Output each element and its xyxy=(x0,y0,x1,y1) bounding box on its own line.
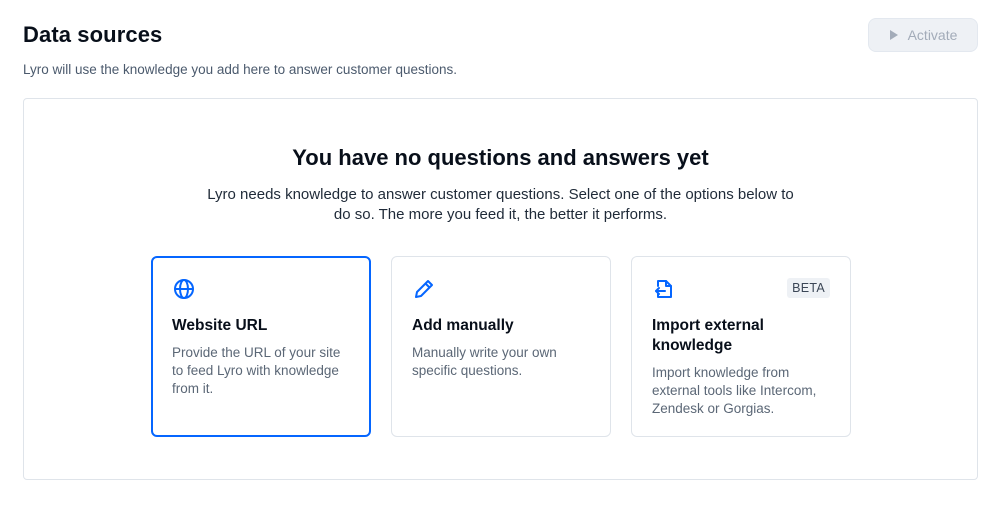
empty-state-description: Lyro needs knowledge to answer customer … xyxy=(207,186,794,223)
activate-button-label: Activate xyxy=(907,27,958,43)
page-title: Data sources xyxy=(23,22,163,47)
option-description: Manually write your own specific questio… xyxy=(412,345,557,378)
option-description: Provide the URL of your site to feed Lyr… xyxy=(172,345,341,396)
option-title: Import external knowledge xyxy=(652,317,764,354)
pencil-icon xyxy=(412,277,590,301)
option-title: Add manually xyxy=(412,317,514,334)
page-subtitle: Lyro will use the knowledge you add here… xyxy=(23,62,457,77)
activate-button[interactable]: Activate xyxy=(868,18,978,52)
play-icon xyxy=(889,29,899,41)
empty-state-title: You have no questions and answers yet xyxy=(292,145,709,170)
option-card-import-external[interactable]: BETA Import external knowledge Import kn… xyxy=(631,256,851,437)
option-title: Website URL xyxy=(172,317,268,334)
option-card-add-manually[interactable]: Add manually Manually write your own spe… xyxy=(391,256,611,437)
globe-icon xyxy=(172,277,350,301)
beta-badge: BETA xyxy=(787,278,830,298)
option-description: Import knowledge from external tools lik… xyxy=(652,365,817,416)
option-card-website-url[interactable]: Website URL Provide the URL of your site… xyxy=(151,256,371,437)
